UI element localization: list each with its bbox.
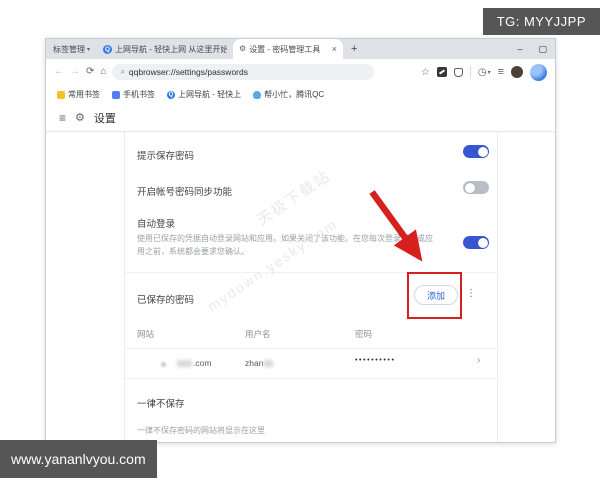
bookmark-tencent[interactable]: 帮小忙，腾讯QC <box>253 89 324 100</box>
toolbar-divider <box>469 65 471 79</box>
back-icon[interactable]: ← <box>54 67 64 77</box>
section-divider <box>125 272 497 273</box>
new-tab-button[interactable]: + <box>343 43 365 55</box>
settings-content: 天极下载站 mydown.yesky.com 提示保存密码 开启帐号密码同步功能… <box>46 132 555 442</box>
url-text: qqbrowser://settings/passwords <box>128 67 248 77</box>
bookmark-label: 上网导航 - 轻快上 <box>178 90 242 99</box>
chevron-right-icon[interactable]: › <box>477 355 480 366</box>
tab-strip: 标签管理 ▾ Q 上网导航 - 轻快上网 从这里开始 ⚙ 设置 - 密码管理工具… <box>46 39 555 59</box>
more-options-icon[interactable]: ⋮ <box>466 288 476 299</box>
history-icon[interactable]: ◷ ▾ <box>478 67 491 78</box>
bookmark-common[interactable]: 常用书签 <box>57 89 100 100</box>
tab-label: 设置 - 密码管理工具 <box>249 44 321 54</box>
bookmark-label: 帮小忙，腾讯QC <box>264 90 325 99</box>
password-cell: •••••••••• <box>355 357 396 364</box>
column-header-password: 密码 <box>355 329 373 339</box>
close-tab-icon[interactable]: × <box>332 44 337 54</box>
page-title: 设置 <box>93 112 116 125</box>
add-password-button[interactable]: 添加 <box>414 285 458 305</box>
site-favicon <box>161 362 166 367</box>
column-header-site: 网站 <box>137 329 155 339</box>
qq-browser-logo-icon: Q <box>103 44 113 54</box>
chevron-down-icon: ▾ <box>87 46 91 53</box>
never-save-note: 一律不保存密码的网站将显示在这里 <box>137 426 265 435</box>
bookmark-mobile[interactable]: 手机书签 <box>112 89 155 100</box>
chevron-down-icon: ▾ <box>487 69 491 76</box>
never-save-title: 一律不保存 <box>137 399 185 410</box>
bookmark-label: 常用书签 <box>68 90 100 99</box>
toggle-knob <box>464 182 475 193</box>
tab-manager-label: 标签管理 <box>53 44 85 54</box>
qq-browser-logo-icon: Q <box>167 90 175 99</box>
tab-nav-home[interactable]: Q 上网导航 - 轻快上网 从这里开始 <box>97 39 233 59</box>
home-icon[interactable]: ⌂ <box>100 67 106 77</box>
gear-icon: ⚙ <box>239 44 247 53</box>
toggle-knob <box>477 237 488 248</box>
maximize-button[interactable]: ▢ <box>530 44 555 55</box>
bookmarks-bar: 常用书签 手机书签 Q 上网导航 - 轻快上 帮小忙，腾讯QC <box>46 85 555 104</box>
bookmark-star-icon[interactable]: ☆ <box>421 67 430 78</box>
settings-menu-icon[interactable]: ≡ <box>59 111 66 125</box>
address-bar[interactable]: ⌕ qqbrowser://settings/passwords <box>112 64 375 80</box>
prompt-save-toggle[interactable] <box>463 145 489 158</box>
bookmark-nav[interactable]: Q 上网导航 - 轻快上 <box>167 89 241 100</box>
sync-label: 开启帐号密码同步功能 <box>137 187 233 198</box>
sync-toggle[interactable] <box>463 181 489 194</box>
site-cell: .com <box>177 358 211 368</box>
clock-glyph: ◷ <box>477 66 487 78</box>
blurred-text <box>177 360 192 368</box>
download-icon[interactable] <box>453 67 463 77</box>
tab-settings-passwords[interactable]: ⚙ 设置 - 密码管理工具 × <box>233 39 344 59</box>
penguin-icon <box>253 90 262 99</box>
prompt-save-label: 提示保存密码 <box>137 151 195 162</box>
phone-icon <box>112 90 120 99</box>
reload-icon[interactable]: ⟳ <box>86 67 94 77</box>
user-avatar[interactable] <box>511 66 523 78</box>
toolbar-right-icons: ☆ ◷ ▾ ≡ <box>380 63 547 81</box>
browser-window: 标签管理 ▾ Q 上网导航 - 轻快上网 从这里开始 ⚙ 设置 - 密码管理工具… <box>45 38 556 443</box>
saved-passwords-title: 已保存的密码 <box>137 295 195 306</box>
bookmark-label: 手机书签 <box>123 90 155 99</box>
row-divider <box>125 378 497 379</box>
telegram-watermark: TG: MYYJJPP <box>482 8 600 35</box>
site-watermark: www.yananlvyou.com <box>0 440 157 478</box>
auto-login-description: 使用已保存的凭据自动登录网站和应用。如果关闭了该功能，在您每次登录网站或应用之前… <box>137 234 433 256</box>
gear-icon: ⚙ <box>75 112 85 124</box>
extension-icon[interactable] <box>436 67 447 77</box>
search-icon: ⌕ <box>120 67 125 76</box>
column-header-username: 用户名 <box>245 329 271 339</box>
folder-icon <box>57 90 65 99</box>
settings-header: ≡ ⚙ 设置 <box>46 104 555 132</box>
table-divider <box>125 348 497 349</box>
forward-icon[interactable]: → <box>70 67 80 77</box>
tab-manager-button[interactable]: 标签管理 ▾ <box>46 39 97 59</box>
toggle-knob <box>477 146 488 157</box>
auto-login-title: 自动登录 <box>137 219 176 230</box>
passwords-card: 提示保存密码 开启帐号密码同步功能 自动登录 使用已保存的凭据自动登录网站和应用… <box>124 132 498 442</box>
profile-circle-icon[interactable] <box>530 63 547 81</box>
tab-label: 上网导航 - 轻快上网 从这里开始 <box>115 44 228 54</box>
blurred-text <box>264 360 274 368</box>
username-cell: zhan <box>245 358 274 368</box>
browser-toolbar: ← → ⟳ ⌂ ⌕ qqbrowser://settings/passwords… <box>46 59 555 85</box>
minimize-button[interactable]: – <box>509 44 530 54</box>
main-menu-icon[interactable]: ≡ <box>498 66 504 78</box>
auto-login-toggle[interactable] <box>463 236 489 249</box>
